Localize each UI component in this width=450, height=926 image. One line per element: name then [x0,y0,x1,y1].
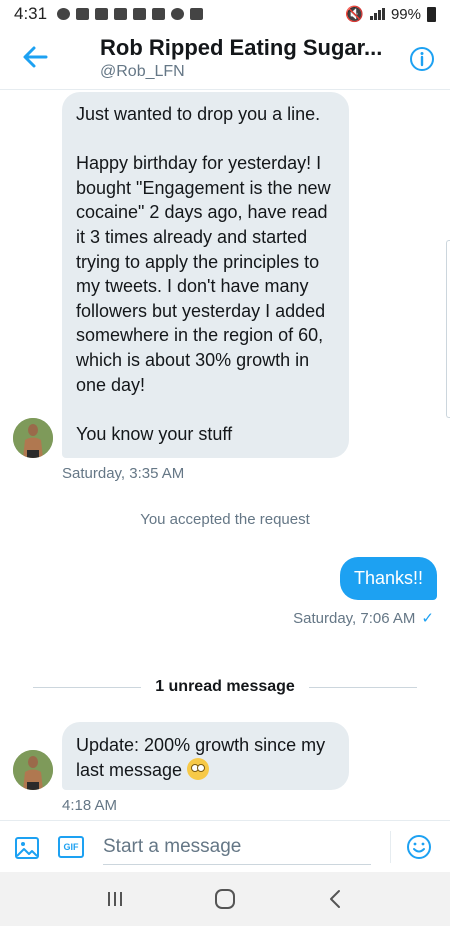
message-timestamp: 4:18 AM [62,797,118,814]
home-button[interactable] [205,884,245,914]
message-paragraph: Happy birthday for yesterday! I bought "… [76,153,331,395]
message-input[interactable] [103,829,371,865]
avatar[interactable] [13,750,53,790]
divider-line [308,686,417,688]
message-paragraph: Just wanted to drop you a line. [76,104,321,124]
battery-icon [427,6,436,22]
conversation-header: Rob Ripped Eating Sugar... @Rob_LFN [0,28,450,90]
scrollbar[interactable] [446,240,450,418]
message-meta: Saturday, 7:06 AM ✓ [293,609,434,628]
incoming-message-bubble[interactable]: Update: 200% growth since my last messag… [62,722,349,790]
app-notification-icon [95,8,109,20]
unread-divider: 1 unread message [33,676,417,698]
arrow-left-icon[interactable] [20,42,50,72]
system-notice: You accepted the request [140,511,310,528]
recent-apps-icon [108,892,122,906]
flushed-face-emoji [187,757,210,780]
avatar[interactable] [13,418,53,458]
home-icon [215,889,235,909]
outgoing-message-bubble[interactable]: Thanks!! [339,557,437,600]
battery-percent: 99% [390,5,421,23]
message-timestamp: Saturday, 7:06 AM [293,609,416,627]
message-timestamp: Saturday, 3:35 AM [62,465,185,482]
info-icon[interactable] [409,46,435,72]
divider-line [33,686,142,688]
status-bar: 4:31 🔇 99% [0,0,450,28]
conversation-handle: @Rob_LFN [100,63,185,80]
gmail-icon [190,8,204,20]
unread-label: 1 unread message [155,678,295,695]
message-text: Thanks!! [353,568,423,588]
checkmark-icon: ✓ [421,610,434,627]
message-paragraph: You know your stuff [76,423,233,444]
mute-icon: 🔇 [345,6,364,23]
smiley-icon[interactable] [406,834,432,860]
recent-apps-button[interactable] [95,884,135,914]
image-icon[interactable] [14,836,40,860]
notification-icons [57,8,204,20]
gallery-icon [133,8,147,20]
back-button[interactable] [315,884,355,914]
mail-icon [114,8,128,20]
app-notification-icon [76,8,90,20]
conversation-title[interactable]: Rob Ripped Eating Sugar... [100,35,382,61]
composer-divider [390,831,391,863]
status-right: 🔇 99% [345,5,436,23]
incoming-message-bubble[interactable]: Just wanted to drop you a line. Happy bi… [62,92,349,458]
system-navigation-bar [0,872,450,926]
status-time: 4:31 [14,4,48,23]
gif-button[interactable]: GIF [58,836,84,858]
message-composer: GIF [0,820,450,872]
signal-icon [369,8,385,20]
chevron-left-icon [330,890,340,908]
camera-icon [152,8,166,20]
voicemail-icon [57,8,71,20]
message-list[interactable]: Just wanted to drop you a line. Happy bi… [0,90,450,820]
sync-icon [171,8,185,20]
